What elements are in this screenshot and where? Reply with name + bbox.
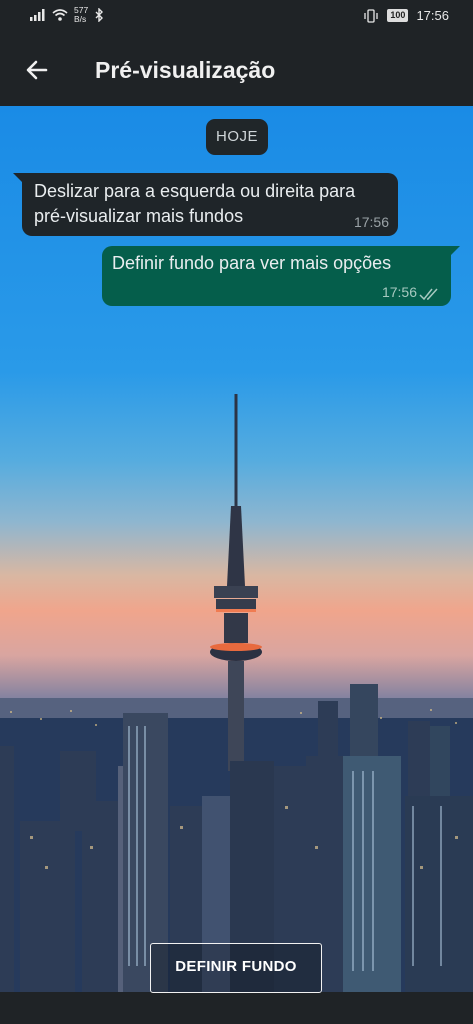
double-check-icon [419,288,438,301]
page-title: Pré-visualização [95,57,276,83]
outgoing-message-time: 17:56 [381,284,417,300]
battery-level: 100 [387,9,409,22]
outgoing-message-text: Definir fundo para ver mais opções [112,253,392,273]
status-time: 17:56 [416,8,449,23]
wifi-icon [52,9,68,21]
arrow-back-icon[interactable] [22,55,52,85]
status-right: 100 17:56 [363,8,449,23]
bluetooth-icon [95,8,104,22]
status-left: 577 B/s [30,6,104,24]
city-skyline-image [0,394,473,992]
date-chip: HOJE [206,119,268,155]
bottom-bar [0,992,473,1024]
outgoing-message-bubble: Definir fundo para ver mais opções 17:56 [102,246,460,306]
app-bar: Pré-visualização [0,33,473,106]
outgoing-bubble-tail [450,246,460,256]
incoming-bubble-tail [13,173,23,183]
vibrate-icon [364,8,379,23]
network-speed: 577 B/s [74,6,88,24]
wallpaper-preview[interactable]: HOJE Deslizar para a esquerda ou direita… [0,106,473,992]
status-bar: 577 B/s 100 17:56 [0,0,473,33]
incoming-message-time: 17:56 [353,214,389,230]
incoming-message-bubble: Deslizar para a esquerda ou direita para… [13,173,398,236]
incoming-message-text: Deslizar para a esquerda ou direita para… [34,181,356,226]
network-speed-unit: B/s [74,14,87,24]
set-wallpaper-button[interactable]: DEFINIR FUNDO [150,943,322,993]
signal-icon [30,9,45,21]
